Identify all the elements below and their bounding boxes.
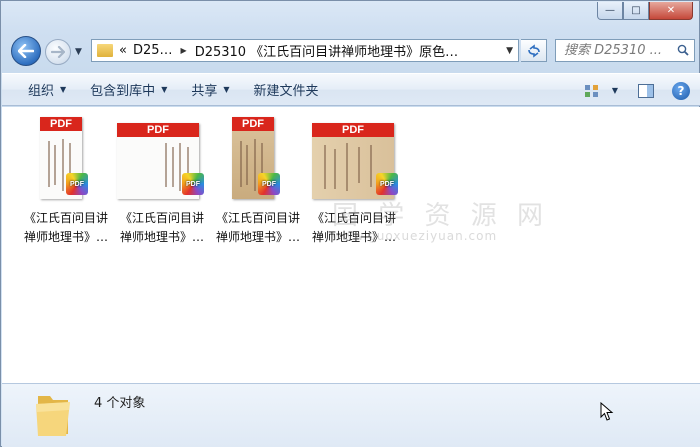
pdf-label: PDF xyxy=(232,117,274,131)
address-bar[interactable]: « D25… ▶ D25310 《江氏百问目讲禅师地理书》原色… ▼ xyxy=(91,39,519,62)
explorer-window: — □ ✕ ▼ « D25… ▶ D25310 《江氏百问目讲禅师地理书》原色…… xyxy=(0,0,700,447)
forward-button[interactable] xyxy=(45,39,71,65)
pdf-label: PDF xyxy=(117,123,199,137)
file-name: 《江氏百问目讲 禅师地理书》… xyxy=(311,211,396,244)
arrow-right-icon xyxy=(51,46,65,58)
pdf-app-icon: PDF xyxy=(376,173,398,195)
share-menu[interactable]: 共享 ▼ xyxy=(179,80,241,99)
pdf-app-icon: PDF xyxy=(258,173,280,195)
preview-pane-icon xyxy=(638,83,654,98)
pdf-thumbnail: PDF PDF xyxy=(114,111,210,203)
chevron-down-icon[interactable]: ▼ xyxy=(612,86,618,95)
search-box[interactable] xyxy=(555,39,695,62)
pdf-app-icon: PDF xyxy=(66,173,88,195)
arrow-left-icon xyxy=(18,44,34,58)
new-folder-button[interactable]: 新建文件夹 xyxy=(242,80,331,99)
file-item[interactable]: PDF PDF 《江氏百问目讲 禅师地理书》… xyxy=(210,111,306,244)
pdf-thumbnail: PDF PDF xyxy=(18,111,114,203)
file-name: 《江氏百问目讲 禅师地理书》… xyxy=(119,211,204,244)
pdf-label: PDF xyxy=(312,123,394,137)
caption-buttons: — □ ✕ xyxy=(597,2,693,20)
refresh-icon xyxy=(527,43,540,58)
pdf-thumbnail: PDF PDF xyxy=(306,111,402,203)
share-label: 共享 xyxy=(191,84,218,99)
include-in-library-label: 包含到库中 xyxy=(90,84,156,99)
pdf-app-icon: PDF xyxy=(182,173,204,195)
chevron-down-icon: ▼ xyxy=(161,85,168,94)
search-input[interactable] xyxy=(564,43,682,58)
file-name: 《江氏百问目讲 禅师地理书》… xyxy=(215,211,300,244)
close-button[interactable]: ✕ xyxy=(649,2,693,20)
details-pane: 4 个对象 xyxy=(2,383,700,447)
item-count: 4 个对象 xyxy=(94,396,146,411)
toolbar-right: ▼ ? xyxy=(570,74,690,107)
breadcrumb-current[interactable]: D25310 《江氏百问目讲禅师地理书》原色… xyxy=(195,41,459,60)
breadcrumb-parent[interactable]: D25… xyxy=(133,43,173,58)
breadcrumb-overflow[interactable]: « xyxy=(119,43,127,58)
help-icon: ? xyxy=(672,81,690,100)
file-item[interactable]: PDF PDF 《江氏百问目讲 禅师地理书》… xyxy=(114,111,210,244)
new-folder-label: 新建文件夹 xyxy=(253,84,319,99)
mouse-cursor-icon xyxy=(600,402,614,421)
file-item[interactable]: PDF PDF 《江氏百问目讲 禅师地理书》… xyxy=(18,111,114,244)
chevron-down-icon: ▼ xyxy=(223,85,230,94)
pdf-thumbnail: PDF PDF xyxy=(210,111,306,203)
file-name: 《江氏百问目讲 禅师地理书》… xyxy=(23,211,108,244)
file-list-pane[interactable]: PDF PDF 《江氏百问目讲 禅师地理书》… PDF PDF 《江氏百问目讲 … xyxy=(2,107,700,383)
navigation-row: ▼ « D25… ▶ D25310 《江氏百问目讲禅师地理书》原色… ▼ xyxy=(9,35,695,66)
search-icon[interactable] xyxy=(677,44,689,56)
folder-icon xyxy=(36,396,70,436)
command-bar: 组织 ▼ 包含到库中 ▼ 共享 ▼ 新建文件夹 ▼ ? xyxy=(2,73,700,106)
file-item[interactable]: PDF PDF 《江氏百问目讲 禅师地理书》… xyxy=(306,111,402,244)
minimize-button[interactable]: — xyxy=(597,2,623,20)
chevron-down-icon[interactable]: ▼ xyxy=(506,46,513,56)
change-view-button[interactable]: ▼ xyxy=(584,84,618,98)
chevron-right-icon[interactable]: ▶ xyxy=(181,46,187,55)
maximize-button[interactable]: □ xyxy=(623,2,649,20)
help-button[interactable]: ? xyxy=(672,81,690,100)
view-grid-icon xyxy=(584,84,598,97)
organize-menu[interactable]: 组织 ▼ xyxy=(2,80,78,99)
recent-pages-dropdown[interactable]: ▼ xyxy=(75,47,82,57)
chevron-down-icon: ▼ xyxy=(60,85,67,94)
preview-pane-button[interactable] xyxy=(638,83,654,98)
back-button[interactable] xyxy=(11,36,41,66)
include-in-library-menu[interactable]: 包含到库中 ▼ xyxy=(78,80,179,99)
organize-label: 组织 xyxy=(28,84,55,99)
folder-icon xyxy=(97,44,113,57)
pdf-label: PDF xyxy=(40,117,82,131)
refresh-button[interactable] xyxy=(521,39,547,62)
